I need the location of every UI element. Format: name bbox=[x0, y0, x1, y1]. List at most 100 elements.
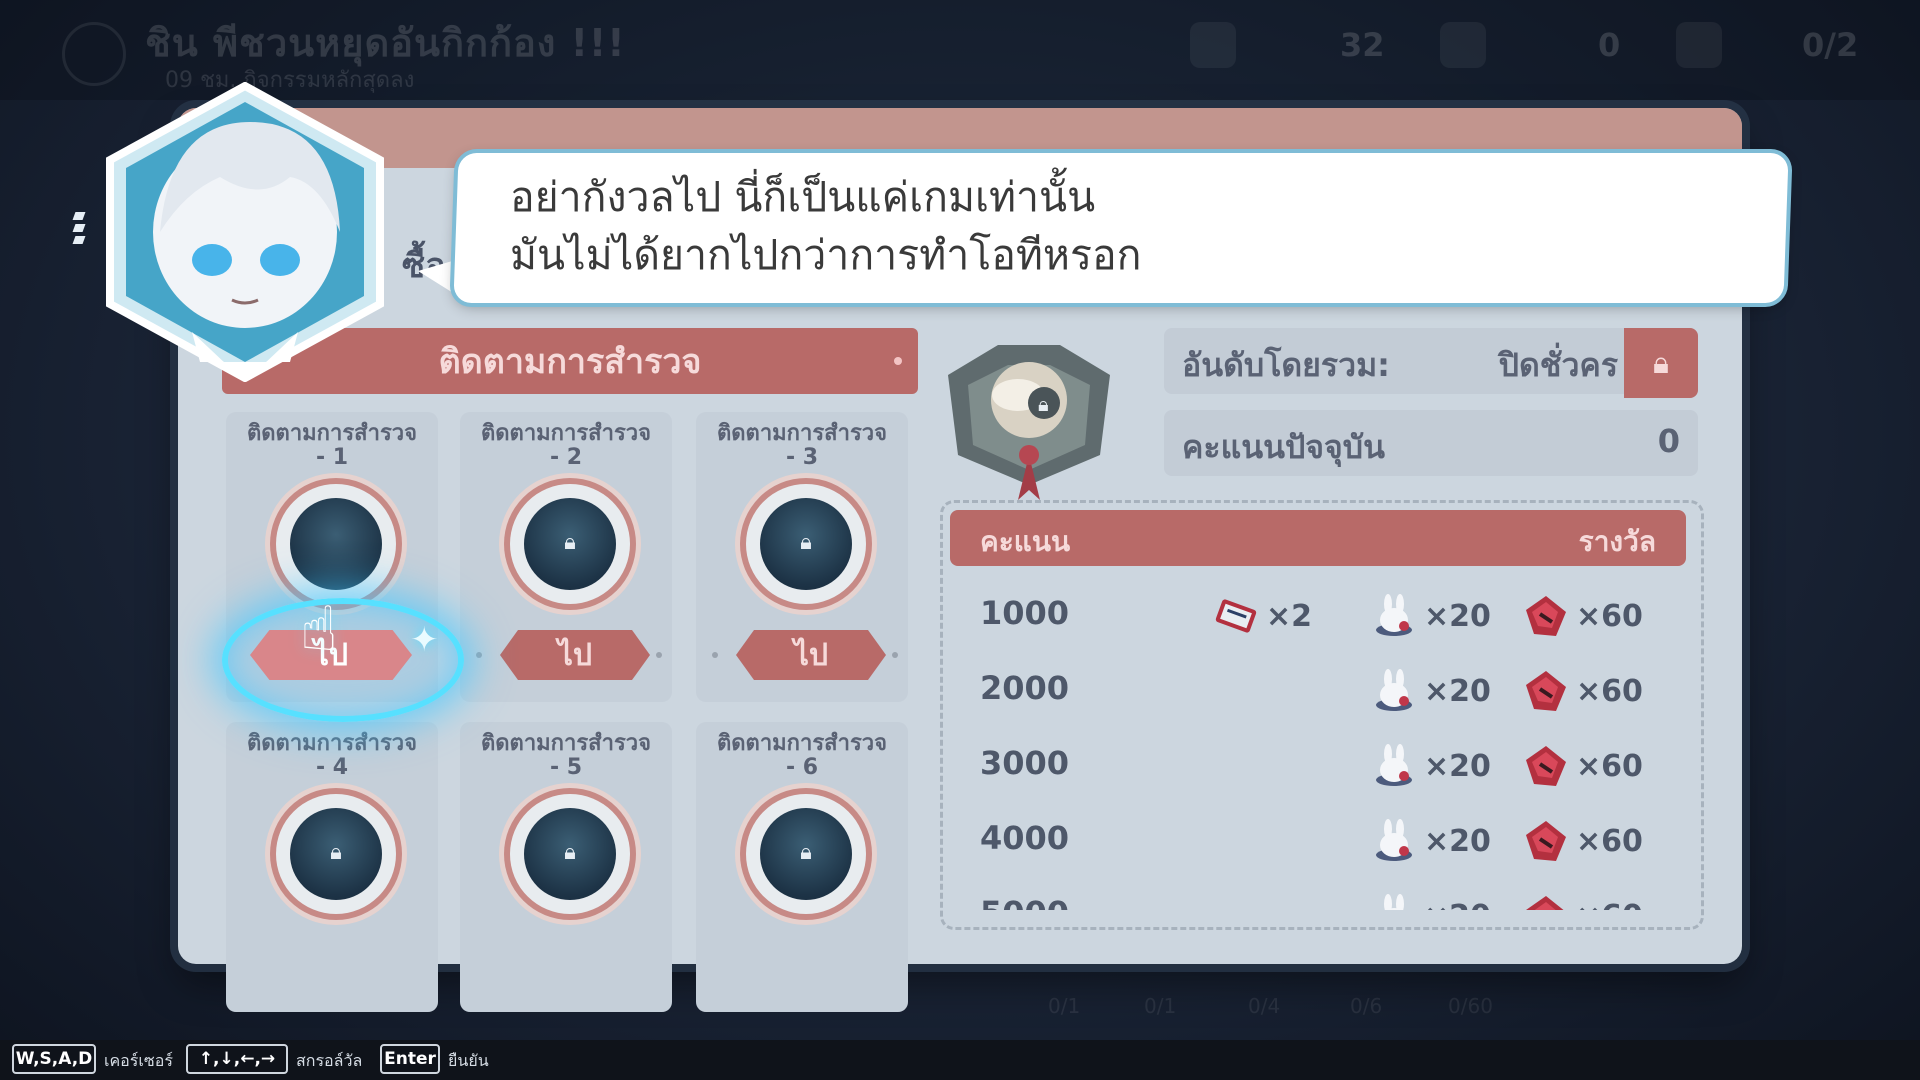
reward-score: 4000 bbox=[980, 819, 1070, 857]
reward-score: 2000 bbox=[980, 669, 1070, 707]
mission-title: ติดตามการสำรวจ - 4 bbox=[246, 731, 418, 780]
card-dot bbox=[892, 652, 898, 658]
mission-title: ติดตามการสำรวจ - 2 bbox=[480, 421, 652, 470]
reward-score: 5000 bbox=[980, 894, 1069, 910]
mission-medal: 🔒︎ bbox=[276, 794, 396, 914]
hint-label-scroll: สกรอล์วัล bbox=[296, 1051, 363, 1070]
exploration-header-label: ติดตามการสำรวจ bbox=[438, 342, 702, 382]
reward-quantity: ×20 bbox=[1424, 598, 1491, 634]
reward-row: 3000 ×20 ×60 bbox=[950, 730, 1686, 800]
mission-medal: 🔒︎ bbox=[510, 484, 630, 604]
card-dot bbox=[656, 652, 662, 658]
resource-count-1: 32 bbox=[1340, 26, 1385, 64]
lock-icon: 🔒︎ bbox=[800, 530, 812, 555]
hint-label-confirm: ยืนยัน bbox=[448, 1051, 489, 1070]
reward-quantity: ×60 bbox=[1576, 598, 1643, 634]
red-crystal-icon bbox=[1522, 667, 1570, 715]
coin-icon bbox=[1190, 22, 1236, 68]
reward-item[interactable]: ×20 bbox=[1370, 738, 1491, 794]
ticket-card-icon bbox=[1212, 592, 1260, 640]
mission-title: ติดตามการสำรวจ - 5 bbox=[480, 731, 652, 780]
reward-item[interactable]: ×20 bbox=[1370, 813, 1491, 869]
red-crystal-icon bbox=[1522, 817, 1570, 865]
reward-item[interactable]: ×60 bbox=[1522, 888, 1643, 910]
mission-medal: 🔒︎ bbox=[746, 794, 866, 914]
reward-quantity: ×2 bbox=[1266, 598, 1313, 634]
control-hints-bar bbox=[0, 1040, 1920, 1080]
svg-text:🔒︎: 🔒︎ bbox=[1038, 392, 1049, 416]
red-crystal-icon bbox=[1522, 742, 1570, 790]
dialog-line-2: มันไม่ได้ยากไปกว่าการทำโอทีหรอก bbox=[510, 231, 1142, 279]
reward-row: 4000 ×20 ×60 bbox=[950, 805, 1686, 875]
go-button[interactable]: ไป bbox=[500, 630, 650, 680]
mission-scene bbox=[290, 498, 382, 590]
lock-icon: 🔒︎ bbox=[564, 530, 576, 555]
go-button[interactable]: ไป bbox=[736, 630, 886, 680]
character-avatar bbox=[106, 82, 384, 382]
mission-card-4[interactable]: ติดตามการสำรวจ - 4 🔒︎ bbox=[226, 722, 438, 1012]
reward-quantity: ×60 bbox=[1576, 748, 1643, 784]
mission-medal bbox=[276, 484, 396, 604]
hint-key-wsad: W,S,A,D bbox=[12, 1044, 96, 1074]
reward-row: 2000 ×20 ×60 bbox=[950, 655, 1686, 725]
reward-quantity: ×20 bbox=[1424, 673, 1491, 709]
reward-quantity: ×20 bbox=[1424, 748, 1491, 784]
hint-label-cursor: เคอร์เซอร์ bbox=[104, 1051, 173, 1070]
hint-key-enter: Enter bbox=[380, 1044, 440, 1074]
reward-item[interactable]: ×60 bbox=[1522, 738, 1643, 794]
lantern-emblem-icon: 🔒︎ bbox=[948, 345, 1110, 500]
dialog-line-1: อย่ากังวลไป นี่ก็เป็นแค่เกมเท่านั้น bbox=[510, 173, 1096, 221]
bunny-token-icon bbox=[1370, 892, 1418, 910]
current-score-value: 0 bbox=[1657, 422, 1680, 460]
speaker-indicator-icon bbox=[72, 212, 94, 272]
mission-medal: 🔒︎ bbox=[510, 794, 630, 914]
reward-item[interactable]: ×60 bbox=[1522, 588, 1643, 644]
current-score-label: คะแนนปัจจุบัน bbox=[1182, 428, 1385, 466]
current-score-box: คะแนนปัจจุบัน 0 bbox=[1164, 410, 1698, 476]
reward-quantity: ×20 bbox=[1424, 899, 1491, 911]
mission-medal: 🔒︎ bbox=[746, 484, 866, 604]
card-dot bbox=[476, 652, 482, 658]
bunny-token-icon bbox=[1370, 817, 1418, 865]
bunny-token-icon bbox=[1370, 592, 1418, 640]
reward-item[interactable]: ×2 bbox=[1212, 588, 1312, 644]
reward-item[interactable]: ×60 bbox=[1522, 663, 1643, 719]
red-crystal-icon bbox=[1522, 892, 1570, 910]
pass-icon bbox=[1676, 22, 1722, 68]
reward-quantity: ×60 bbox=[1576, 673, 1643, 709]
red-crystal-icon bbox=[1522, 592, 1570, 640]
back-button[interactable] bbox=[62, 22, 126, 86]
resource-count-3: 0/2 bbox=[1802, 26, 1859, 64]
mission-card-2[interactable]: ติดตามการสำรวจ - 2 🔒︎ ไป bbox=[460, 412, 672, 702]
mission-title: ติดตามการสำรวจ - 6 bbox=[716, 731, 888, 780]
overall-rank-value: ปิดชั่วคร bbox=[1498, 346, 1618, 384]
score-column-header: คะแนน bbox=[980, 525, 1071, 558]
reward-item[interactable]: ×20 bbox=[1370, 888, 1491, 910]
reward-quantity: ×60 bbox=[1576, 823, 1643, 859]
reward-item[interactable]: ×20 bbox=[1370, 588, 1491, 644]
mission-card-5[interactable]: ติดตามการสำรวจ - 5 🔒︎ bbox=[460, 722, 672, 1012]
resource-count-2: 0 bbox=[1598, 26, 1621, 64]
rank-lock-button[interactable]: 🔒︎ bbox=[1624, 328, 1698, 398]
mission-title: ติดตามการสำรวจ - 1 bbox=[246, 421, 418, 470]
lock-icon: 🔒︎ bbox=[800, 840, 812, 865]
lock-icon: 🔒︎ bbox=[1653, 345, 1669, 381]
mission-title: ติดตามการสำรวจ - 3 bbox=[716, 421, 888, 470]
lock-icon: 🔒︎ bbox=[330, 840, 342, 865]
reward-row: 5000 ×20 ×60 bbox=[950, 880, 1686, 910]
reward-score: 1000 bbox=[980, 594, 1070, 632]
reward-table-header: คะแนน รางวัล bbox=[950, 510, 1686, 566]
reward-item[interactable]: ×20 bbox=[1370, 663, 1491, 719]
sparkle-icon: ✦ bbox=[410, 620, 439, 660]
reward-item[interactable]: ×60 bbox=[1522, 813, 1643, 869]
hint-key-arrows: ↑,↓,←,→ bbox=[186, 1044, 288, 1074]
dialog-text: อย่ากังวลไป นี่ก็เป็นแค่เกมเท่านั้น มันไ… bbox=[510, 168, 1760, 284]
overall-rank-label: อันดับโดยรวม: bbox=[1182, 346, 1390, 384]
header-dot bbox=[894, 357, 902, 365]
background-progress-row: 0/1 0/1 0/4 0/6 0/60 bbox=[1048, 994, 1493, 1018]
mission-card-3[interactable]: ติดตามการสำรวจ - 3 🔒︎ ไป bbox=[696, 412, 908, 702]
card-dot bbox=[712, 652, 718, 658]
ticket-icon bbox=[1440, 22, 1486, 68]
mission-card-6[interactable]: ติดตามการสำรวจ - 6 🔒︎ bbox=[696, 722, 908, 1012]
overall-rank-box: อันดับโดยรวม: ปิดชั่วคร 🔒︎ bbox=[1164, 328, 1698, 398]
